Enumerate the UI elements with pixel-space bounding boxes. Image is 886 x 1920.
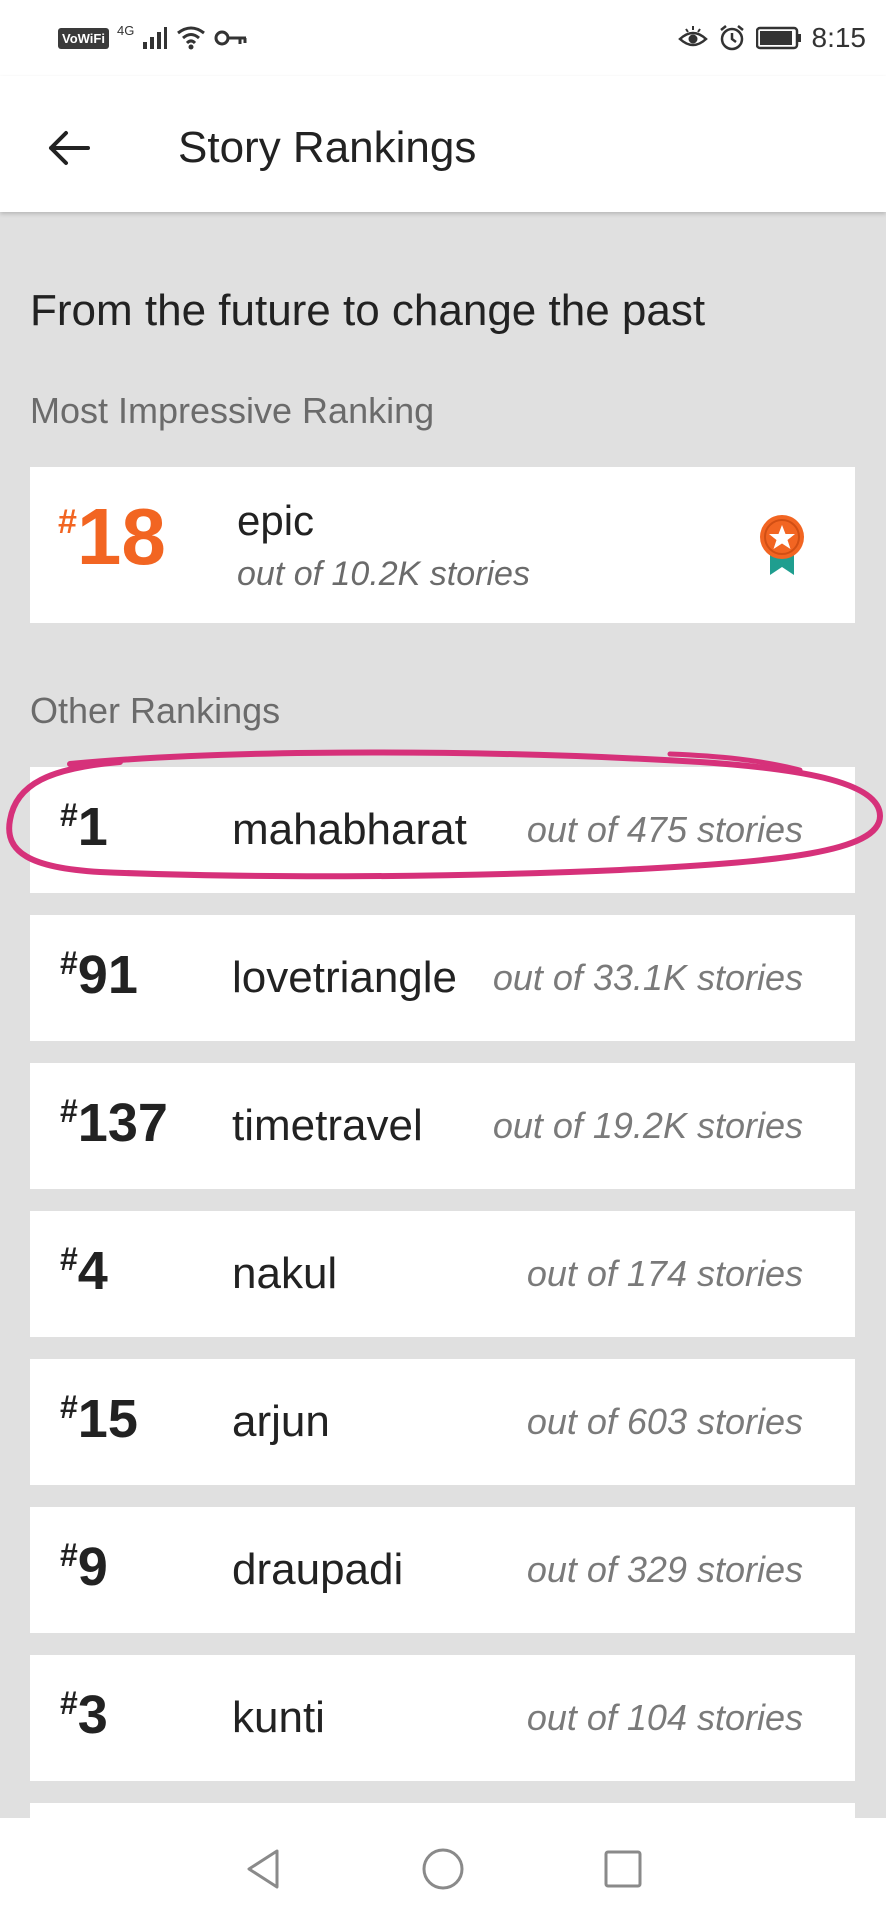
nav-recents-button[interactable] bbox=[593, 1839, 653, 1899]
rank-count: out of 603 stories bbox=[526, 1401, 803, 1442]
rank-number: #15 bbox=[60, 1387, 138, 1451]
rank-hash: # bbox=[60, 797, 78, 833]
ranking-row[interactable]: #1 mahabharat out of 475 stories bbox=[30, 767, 855, 893]
ranking-row[interactable]: #137 timetravel out of 19.2K stories bbox=[30, 1063, 855, 1189]
rank-number: #3 bbox=[60, 1683, 108, 1747]
status-bar: VoWiFi 4G 8:15 bbox=[0, 0, 886, 76]
rank-value: 3 bbox=[77, 1685, 108, 1745]
eye-comfort-icon bbox=[677, 26, 708, 47]
rank-number: #1 bbox=[60, 795, 108, 859]
rank-value: 137 bbox=[77, 1093, 168, 1153]
rank-count: out of 19.2K stories bbox=[492, 1105, 803, 1146]
rank-tag: lovetriangle bbox=[232, 953, 458, 1002]
ranking-row[interactable]: #91 lovetriangle out of 33.1K stories bbox=[30, 915, 855, 1041]
most-impressive-card[interactable]: #18 epic out of 10.2K stories bbox=[30, 467, 855, 623]
rank-count: out of 329 stories bbox=[526, 1549, 803, 1590]
rank-value: 15 bbox=[77, 1389, 138, 1449]
alarm-icon bbox=[719, 25, 744, 51]
system-nav-bar bbox=[0, 1818, 886, 1920]
nav-back-button[interactable] bbox=[233, 1839, 293, 1899]
rank-tag: kunti bbox=[232, 1693, 325, 1742]
rank-tag: timetravel bbox=[232, 1101, 423, 1150]
status-left: VoWiFi 4G bbox=[58, 22, 248, 54]
top-rank-tag: epic bbox=[237, 497, 315, 544]
most-impressive-label: Most Impressive Ranking bbox=[30, 390, 435, 431]
app-bar: Story Rankings bbox=[0, 76, 886, 212]
rank-tag: draupadi bbox=[232, 1545, 404, 1594]
rank-number: #4 bbox=[60, 1239, 108, 1303]
top-rank-number: #18 bbox=[58, 497, 166, 577]
rank-count: out of 174 stories bbox=[526, 1253, 803, 1294]
battery-icon bbox=[755, 26, 801, 50]
vpn-key-icon bbox=[214, 30, 247, 46]
wifi-icon bbox=[177, 26, 206, 50]
rank-value: 1 bbox=[77, 797, 108, 857]
rank-hash: # bbox=[60, 1389, 78, 1425]
top-rank-hash: # bbox=[58, 503, 77, 541]
rank-value: 9 bbox=[77, 1537, 108, 1597]
rank-hash: # bbox=[60, 1685, 78, 1721]
status-time: 8:15 bbox=[811, 22, 867, 53]
rank-count: out of 475 stories bbox=[526, 809, 803, 850]
rank-hash: # bbox=[60, 945, 78, 981]
ranking-row[interactable]: #15 arjun out of 603 stories bbox=[30, 1359, 855, 1485]
home-circle-icon bbox=[422, 1848, 464, 1890]
rank-count: out of 104 stories bbox=[526, 1697, 803, 1738]
rank-count: out of 33.1K stories bbox=[492, 957, 803, 998]
story-title: From the future to change the past bbox=[30, 286, 706, 335]
signal-icon bbox=[143, 27, 168, 49]
page-title: Story Rankings bbox=[178, 123, 477, 172]
vowifi-badge: VoWiFi bbox=[58, 27, 109, 49]
back-button[interactable] bbox=[36, 116, 100, 180]
network-type-label: 4G bbox=[116, 22, 135, 38]
rank-value: 91 bbox=[77, 945, 138, 1005]
rank-number: #137 bbox=[60, 1091, 168, 1155]
rank-hash: # bbox=[60, 1241, 78, 1277]
nav-home-button[interactable] bbox=[413, 1839, 473, 1899]
rank-hash: # bbox=[60, 1093, 78, 1129]
rank-number: #9 bbox=[60, 1535, 108, 1599]
top-rank-value: 18 bbox=[76, 492, 166, 581]
ranking-row[interactable]: #3 kunti out of 104 stories bbox=[30, 1655, 855, 1781]
ranking-row[interactable]: #9 draupadi out of 329 stories bbox=[30, 1507, 855, 1633]
back-triangle-icon bbox=[247, 1849, 279, 1889]
rank-tag: nakul bbox=[232, 1249, 338, 1298]
recents-square-icon bbox=[604, 1850, 642, 1888]
rank-tag: mahabharat bbox=[232, 805, 467, 854]
rank-number: #91 bbox=[60, 943, 138, 1007]
ribbon-badge-icon bbox=[760, 515, 804, 575]
status-right: 8:15 bbox=[677, 20, 867, 56]
other-rankings-label: Other Rankings bbox=[30, 690, 281, 731]
rank-hash: # bbox=[60, 1537, 78, 1573]
back-arrow-icon bbox=[49, 131, 90, 165]
top-rank-subtitle: out of 10.2K stories bbox=[237, 555, 530, 593]
ranking-row[interactable]: #4 nakul out of 174 stories bbox=[30, 1211, 855, 1337]
rank-value: 4 bbox=[77, 1241, 108, 1301]
rank-tag: arjun bbox=[232, 1397, 330, 1446]
